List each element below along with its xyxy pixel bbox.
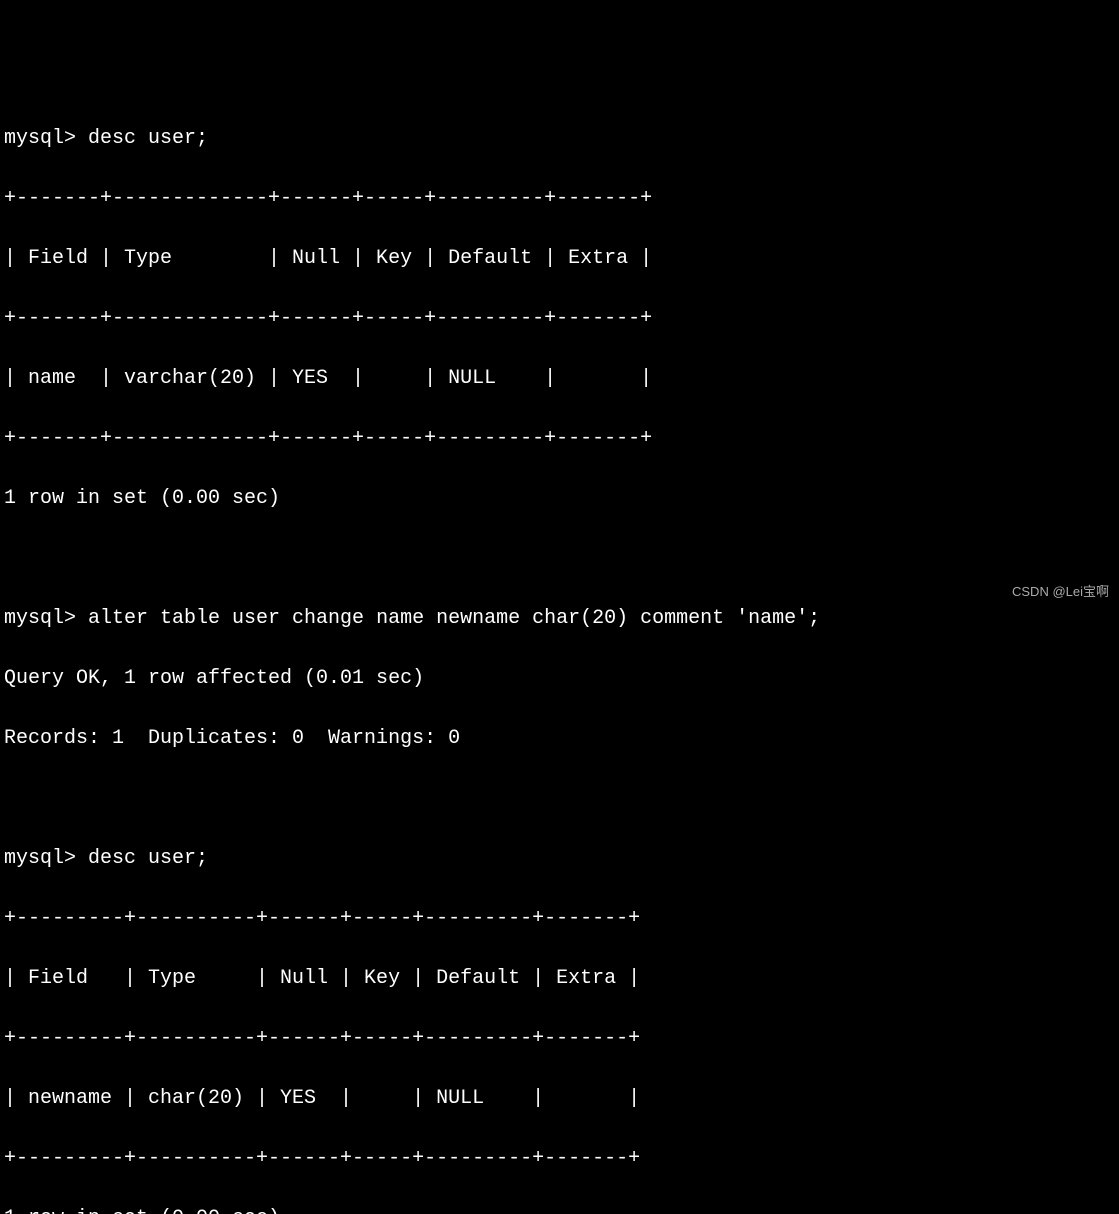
table2-footer: 1 row in set (0.00 sec) <box>4 1204 1115 1214</box>
watermark-text: CSDN @Lei宝啊 <box>1012 582 1109 602</box>
table2-border-bottom: +---------+----------+------+-----+-----… <box>4 1144 1115 1174</box>
mysql-prompt: mysql> <box>4 607 88 630</box>
prompt-line-3: mysql> desc user; <box>4 844 1115 874</box>
table2-header: | Field | Type | Null | Key | Default | … <box>4 964 1115 994</box>
mysql-prompt: mysql> <box>4 127 88 150</box>
alter-result-line2: Records: 1 Duplicates: 0 Warnings: 0 <box>4 724 1115 754</box>
table2-border-mid: +---------+----------+------+-----+-----… <box>4 1024 1115 1054</box>
alter-result-line1: Query OK, 1 row affected (0.01 sec) <box>4 664 1115 694</box>
table1-border-mid: +-------+-------------+------+-----+----… <box>4 304 1115 334</box>
table1-border-top: +-------+-------------+------+-----+----… <box>4 184 1115 214</box>
table1-row: | name | varchar(20) | YES | | NULL | | <box>4 364 1115 394</box>
command-alter: alter table user change name newname cha… <box>88 607 820 630</box>
table1-footer: 1 row in set (0.00 sec) <box>4 484 1115 514</box>
table1-border-bottom: +-------+-------------+------+-----+----… <box>4 424 1115 454</box>
table2-row: | newname | char(20) | YES | | NULL | | <box>4 1084 1115 1114</box>
command-desc-2: desc user; <box>88 847 208 870</box>
blank-line-2 <box>4 784 1115 814</box>
blank-line-1 <box>4 544 1115 574</box>
table2-border-top: +---------+----------+------+-----+-----… <box>4 904 1115 934</box>
mysql-prompt: mysql> <box>4 847 88 870</box>
table1-header: | Field | Type | Null | Key | Default | … <box>4 244 1115 274</box>
prompt-line-1: mysql> desc user; <box>4 124 1115 154</box>
prompt-line-2: mysql> alter table user change name newn… <box>4 604 1115 634</box>
command-desc-1: desc user; <box>88 127 208 150</box>
